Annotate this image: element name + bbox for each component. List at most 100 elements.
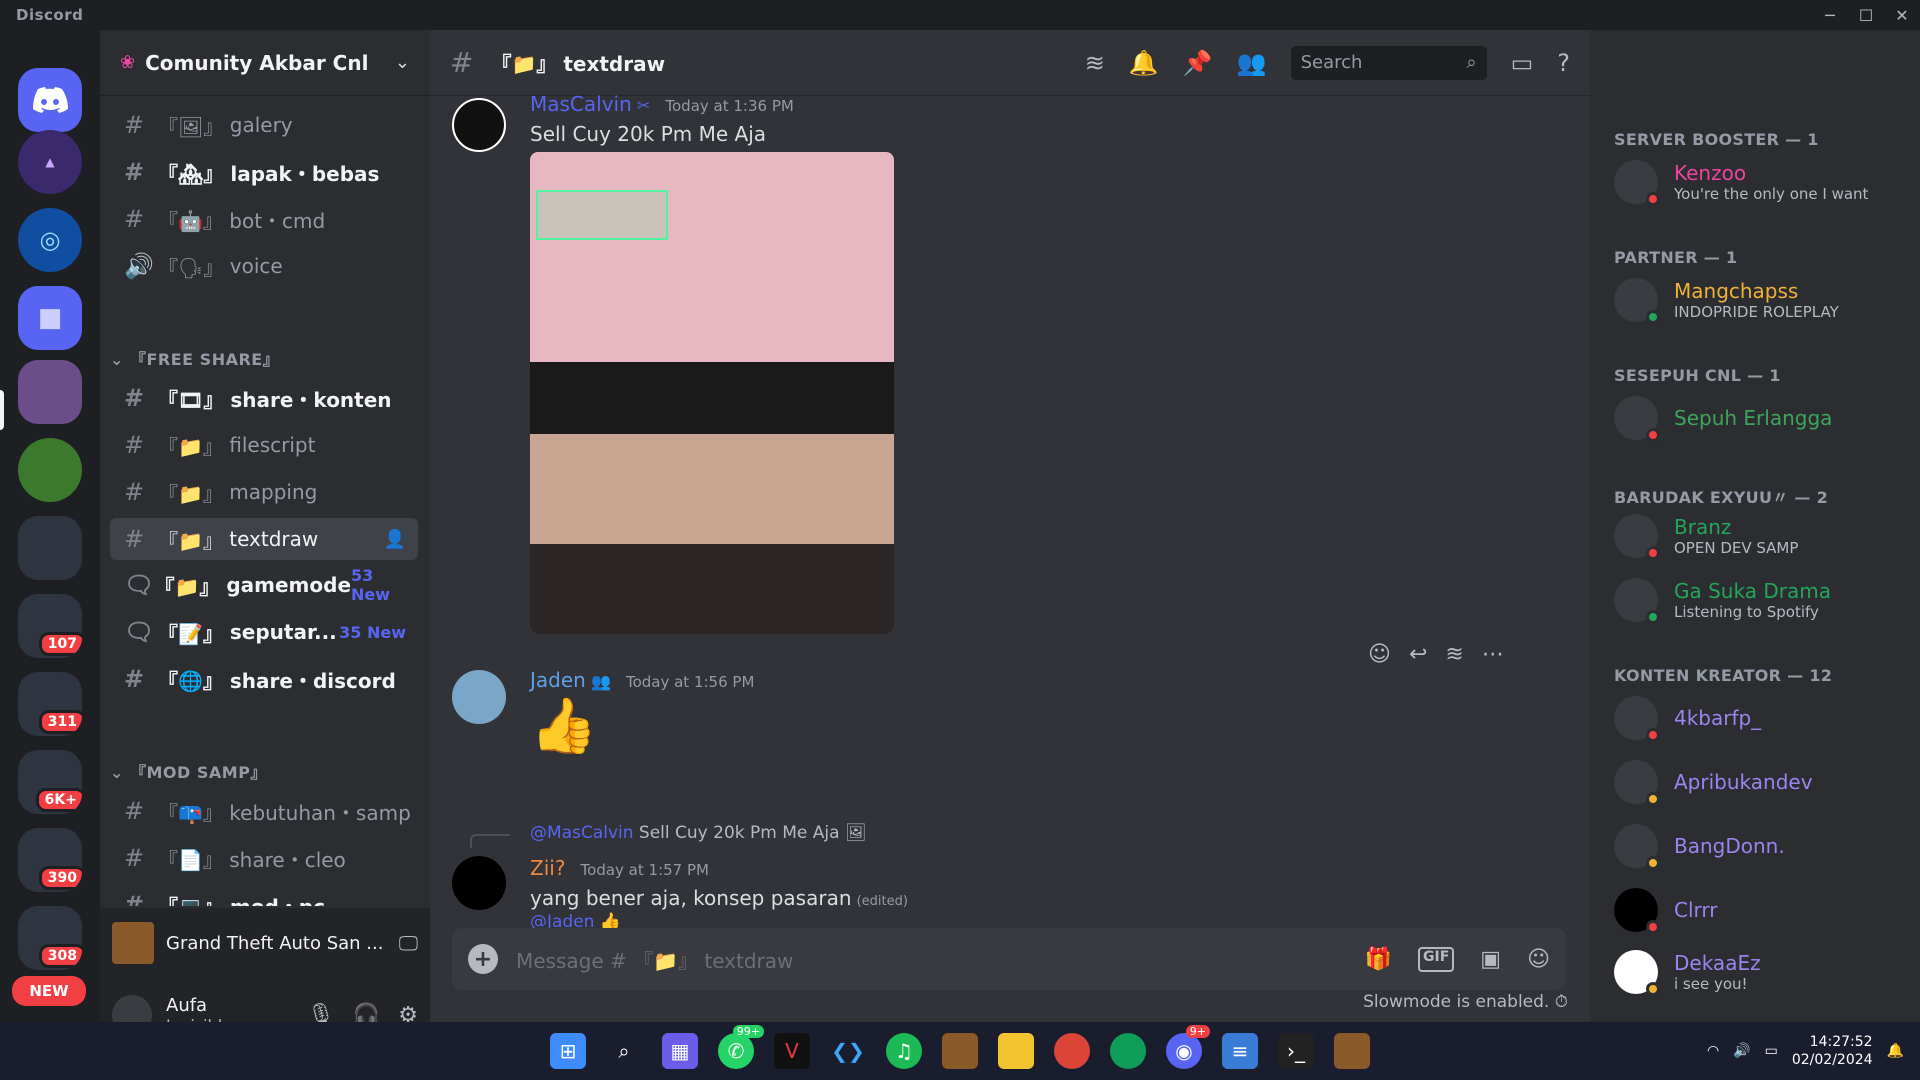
channel-galery[interactable]: # 『🖼』 galery xyxy=(110,104,418,146)
reply-icon[interactable]: ↩ xyxy=(1409,642,1427,667)
reply-preview[interactable]: @Jaden 👍 xyxy=(530,912,621,928)
inbox-icon[interactable]: ▭ xyxy=(1511,49,1534,77)
terminal-icon[interactable]: ›_ xyxy=(1278,1033,1314,1069)
group-icon: 👥 xyxy=(590,672,611,691)
gif-icon[interactable]: GIF xyxy=(1418,946,1455,972)
guild-folder[interactable] xyxy=(18,516,82,580)
reply-spine xyxy=(470,834,510,848)
avatar[interactable] xyxy=(452,670,506,724)
pin-icon[interactable]: 📌 xyxy=(1183,49,1213,77)
help-icon[interactable]: ? xyxy=(1557,49,1570,77)
member-item[interactable]: Apribukandev xyxy=(1614,760,1813,806)
member-item[interactable]: 4kbarfp_ xyxy=(1614,696,1761,742)
channel-share-cleo[interactable]: # 『📄』 share・cleo xyxy=(110,837,418,879)
widgets-icon[interactable]: ▦ xyxy=(662,1033,698,1069)
close-button[interactable]: ✕ xyxy=(1884,0,1920,30)
message-author[interactable]: MasCalvin xyxy=(530,92,632,116)
gta-icon[interactable] xyxy=(1334,1033,1370,1069)
clock[interactable]: 14:27:52 02/02/2024 xyxy=(1792,1033,1873,1069)
message-author[interactable]: Jaden xyxy=(530,668,586,692)
guild-icon[interactable]: ▲ xyxy=(18,130,82,194)
sticker-icon[interactable]: ▣ xyxy=(1480,947,1501,972)
active-guild-icon[interactable] xyxy=(18,360,82,424)
vscode-icon[interactable]: ❮❯ xyxy=(830,1033,866,1069)
category-free-share[interactable]: ⌄ 『FREE SHARE』 xyxy=(110,346,279,370)
emoji-icon[interactable]: ☺ xyxy=(1527,947,1550,972)
upload-button[interactable]: + xyxy=(468,944,498,974)
guild-folder[interactable]: 390 xyxy=(18,828,82,892)
channel-share-konten[interactable]: # 『🎞』 share・konten xyxy=(110,377,418,419)
avatar xyxy=(1614,578,1660,624)
search-input[interactable]: Search ⌕ xyxy=(1290,45,1487,80)
member-item[interactable]: Kenzoo You're the only one I want xyxy=(1614,160,1868,206)
members-icon[interactable]: 👥 xyxy=(1237,49,1267,77)
volume-icon[interactable]: 🔊 xyxy=(1733,1043,1750,1059)
folder-icon[interactable]: ■ xyxy=(18,286,82,350)
search-icon[interactable]: ⌕ xyxy=(606,1033,642,1069)
guild-folder[interactable]: 308 xyxy=(18,906,82,970)
thread-icon[interactable]: ≋ xyxy=(1445,642,1463,667)
add-reaction-icon[interactable]: ☺ xyxy=(1368,642,1391,667)
channel-mapping[interactable]: # 『📁』 mapping xyxy=(110,471,418,513)
member-item[interactable]: Branz OPEN DEV SAMP xyxy=(1614,514,1798,560)
whatsapp-icon[interactable]: ✆ 99+ xyxy=(718,1025,764,1069)
message-input[interactable]: Message # 『📁』 textdraw xyxy=(516,945,1365,974)
member-item[interactable]: BangDonn. xyxy=(1614,824,1785,870)
channel-textdraw[interactable]: # 『📁』 textdraw 👤 xyxy=(110,518,418,560)
screen-share-icon[interactable]: 🖵 xyxy=(399,931,418,955)
bell-icon[interactable]: 🔔 xyxy=(1129,49,1159,77)
chrome-profile-icon[interactable] xyxy=(1110,1033,1146,1069)
channel-gamemode[interactable]: 🗨 『📁』 gamemode 53 New xyxy=(110,564,418,606)
spotify-icon[interactable]: ♫ xyxy=(886,1033,922,1069)
gift-icon[interactable]: 🎁 xyxy=(1365,947,1392,972)
channel-lapak-bebas[interactable]: # 『🏘』 lapak・bebas xyxy=(110,151,418,193)
member-item[interactable]: DekaaEz i see you! xyxy=(1614,950,1761,996)
channel-voice[interactable]: 🔊 『🗣』 voice xyxy=(110,245,418,287)
game-icon[interactable] xyxy=(942,1033,978,1069)
activity-panel[interactable]: Grand Theft Auto San ... 🖵 xyxy=(100,908,430,978)
discord-icon[interactable]: ◉ 9+ xyxy=(1166,1025,1210,1069)
battery-icon[interactable]: ▭ xyxy=(1765,1043,1778,1059)
channel-mod-pc[interactable]: #『💻』 mod・pc xyxy=(110,884,418,906)
status-dot xyxy=(1646,856,1660,870)
member-item[interactable]: Sepuh Erlangga xyxy=(1614,396,1832,442)
wifi-icon[interactable]: ◠ xyxy=(1707,1043,1719,1059)
notification-bell-icon[interactable]: 🔔 xyxy=(1887,1043,1904,1059)
channel-kebutuhan-samp[interactable]: # 『📪』 kebutuhan・samp xyxy=(110,790,418,832)
guild-icon[interactable]: ◎ xyxy=(18,208,82,272)
message-composer[interactable]: + Message # 『📁』 textdraw 🎁 GIF ▣ ☺ xyxy=(452,928,1566,990)
image-attachment[interactable] xyxy=(530,152,894,634)
hash-icon: # xyxy=(124,797,145,825)
avatar[interactable] xyxy=(452,856,506,910)
avatar[interactable] xyxy=(452,98,506,152)
server-header[interactable]: ❀ Comunity Akbar Cnl ⌄ xyxy=(100,30,430,96)
guild-folder[interactable]: 311 xyxy=(18,672,82,736)
maximize-button[interactable]: ☐ xyxy=(1848,0,1884,30)
member-item[interactable]: Ga Suka Drama Listening to Spotify xyxy=(1614,578,1831,624)
windows-start-icon[interactable]: ⊞ xyxy=(550,1033,586,1069)
more-icon[interactable]: ⋯ xyxy=(1482,642,1504,667)
add-member-icon[interactable]: 👤 xyxy=(384,529,406,550)
message-author[interactable]: Zii? xyxy=(530,856,565,880)
threads-icon[interactable]: ≋ xyxy=(1085,49,1105,77)
new-badge[interactable]: NEW xyxy=(12,976,86,1006)
hash-icon: # xyxy=(124,384,145,412)
guild-icon[interactable] xyxy=(18,438,82,502)
guild-folder[interactable]: 6K+ xyxy=(18,750,82,814)
channel-share-discord[interactable]: # 『🌐』 share・discord xyxy=(110,658,418,700)
file-explorer-icon[interactable] xyxy=(998,1033,1034,1069)
channel-bot-cmd[interactable]: # 『🤖』 bot・cmd xyxy=(110,198,418,240)
notepad-icon[interactable]: ≡ xyxy=(1222,1033,1258,1069)
home-button[interactable] xyxy=(18,68,82,132)
valorant-icon[interactable]: V xyxy=(774,1033,810,1069)
minimize-button[interactable]: ─ xyxy=(1812,0,1848,30)
chrome-icon[interactable] xyxy=(1054,1033,1090,1069)
reply-preview[interactable]: @MasCalvin Sell Cuy 20k Pm Me Aja 🖼 xyxy=(530,823,867,843)
channel-seputar[interactable]: 🗨 『📝』 seputar... 35 New xyxy=(110,611,418,653)
member-name: Clrrr xyxy=(1674,898,1718,922)
guild-folder[interactable]: 107 xyxy=(18,594,82,658)
channel-filescript[interactable]: # 『📁』 filescript xyxy=(110,424,418,466)
member-item[interactable]: Mangchapss INDOPRIDE ROLEPLAY xyxy=(1614,278,1839,324)
member-item[interactable]: Clrrr xyxy=(1614,888,1718,934)
category-mod-samp[interactable]: ⌄ 『MOD SAMP』 xyxy=(110,759,267,783)
